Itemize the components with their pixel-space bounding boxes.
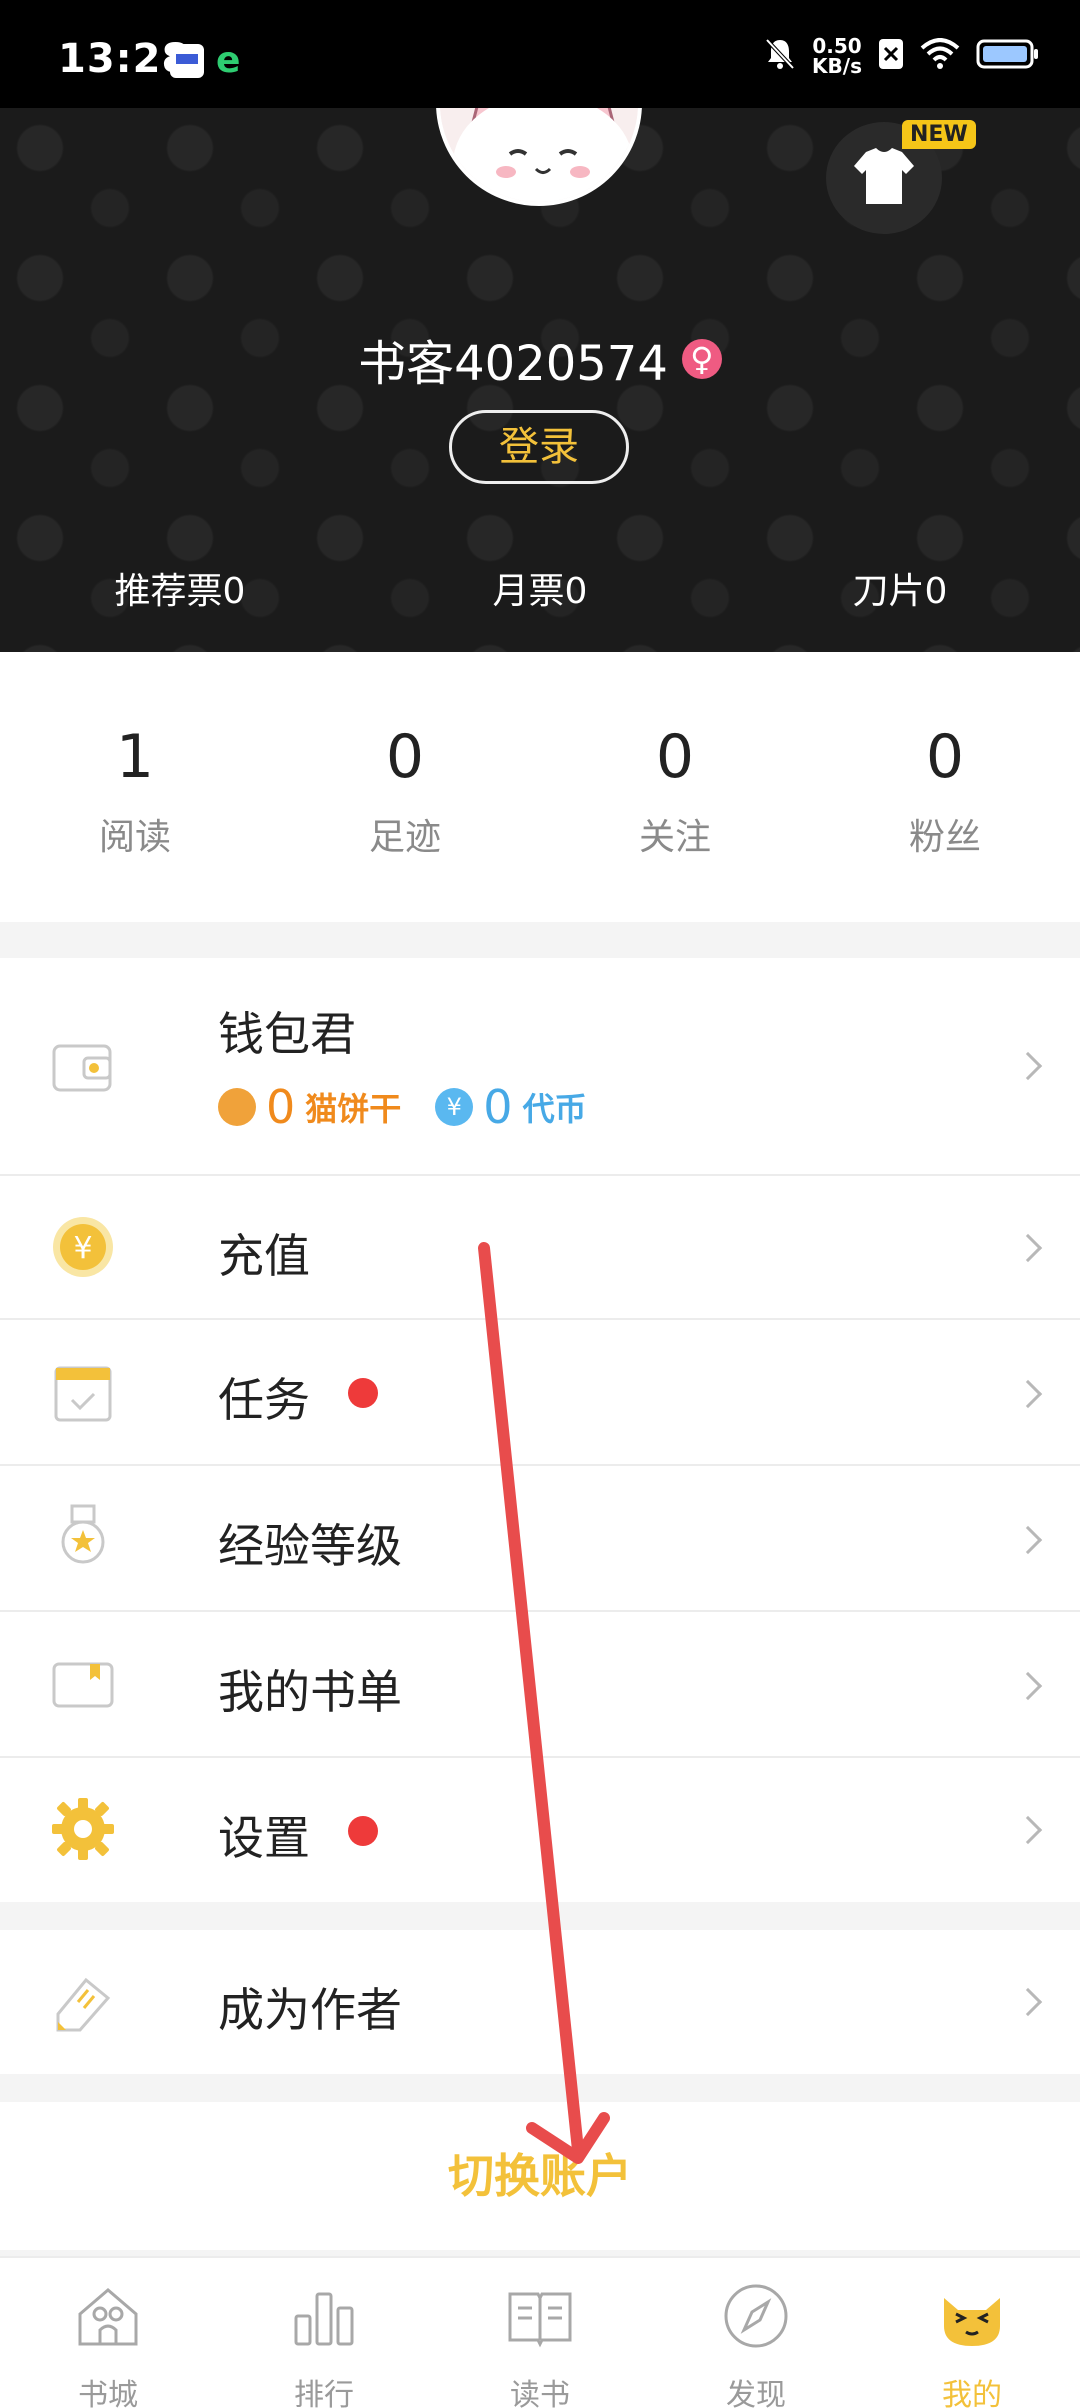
notification-dot [348, 1816, 378, 1846]
compass-icon [724, 2284, 788, 2348]
section-divider [0, 2074, 1080, 2102]
settings-row[interactable]: 设置 [0, 1758, 1080, 1902]
calendar-check-icon [54, 1366, 112, 1422]
login-button[interactable]: 登录 [449, 410, 629, 484]
wallet-row[interactable]: 钱包君 0 猫饼干 ¥ 0 代币 [0, 958, 1080, 1176]
gear-icon [52, 1798, 114, 1860]
chevron-right-icon [1013, 1379, 1043, 1409]
cookie-label: 猫饼干 [305, 1090, 402, 1128]
female-icon: ♀ [681, 339, 722, 379]
nav-label: 发现 [726, 2378, 786, 2408]
switch-account-button[interactable]: 切换账户 [0, 2102, 1080, 2250]
new-badge: NEW [902, 120, 976, 149]
tasks-row[interactable]: 任务 [0, 1320, 1080, 1466]
stat-value: 0 [385, 722, 425, 792]
stat-label: 粉丝 [908, 817, 981, 858]
recharge-row[interactable]: ¥ 充值 [0, 1176, 1080, 1320]
ranking-icon [294, 2292, 354, 2346]
nav-label: 我的 [942, 2378, 1002, 2408]
cookie-value: 0 [266, 1080, 296, 1134]
stat-value: 1 [115, 722, 155, 792]
booklist-label: 我的书单 [218, 1665, 402, 1719]
stat-value: 0 [655, 722, 695, 792]
author-label: 成为作者 [218, 1983, 402, 2037]
stat-label: 足迹 [368, 817, 441, 858]
chevron-right-icon [1013, 1671, 1043, 1701]
wifi-icon [920, 38, 960, 74]
wallet-balances: 0 猫饼干 ¥ 0 代币 [218, 1080, 587, 1134]
username-row: 书客4020574 ♀ [0, 324, 1080, 394]
mute-bell-icon [764, 37, 796, 75]
wallet-icon [52, 1044, 112, 1092]
stat-following[interactable]: 0 关注 [540, 652, 810, 922]
stat-label: 阅读 [98, 817, 171, 858]
notification-dot [348, 1378, 378, 1408]
booklist-row[interactable]: 我的书单 [0, 1612, 1080, 1758]
svg-text:¥: ¥ [73, 1231, 92, 1266]
nav-mine[interactable]: 我的 [864, 2258, 1080, 2408]
book-icon [508, 2292, 572, 2348]
battery-icon [976, 38, 1040, 74]
nav-read[interactable]: 读书 [432, 2258, 648, 2408]
level-row[interactable]: 经验等级 [0, 1466, 1080, 1612]
nav-discover[interactable]: 发现 [648, 2258, 864, 2408]
medal-icon [61, 1504, 105, 1564]
stats-bar: 1 阅读 0 足迹 0 关注 0 粉丝 [0, 652, 1080, 922]
token-label: 代币 [522, 1090, 587, 1128]
cookie-icon [218, 1088, 256, 1126]
status-icons: 0.50 KB/s [764, 34, 1040, 78]
net-speed: 0.50 KB/s [812, 34, 862, 78]
profile-header: NEW 书客4020574 ♀ 登录 推荐票0 月票0 刀片0 [0, 108, 1080, 652]
store-icon [78, 2288, 138, 2346]
tasks-label: 任务 [218, 1373, 310, 1427]
settings-label: 设置 [218, 1811, 310, 1865]
nav-ranking[interactable]: 排行 [216, 2258, 432, 2408]
bottom-nav: 书城 排行 读书 发现 我的 [0, 2256, 1080, 2408]
sim-disabled-icon [878, 38, 904, 74]
monthly-ticket[interactable]: 月票0 [360, 562, 720, 614]
nav-store[interactable]: 书城 [0, 2258, 216, 2408]
news-app-icon [170, 44, 204, 78]
nav-label: 排行 [294, 2378, 354, 2408]
author-row[interactable]: 成为作者 [0, 1930, 1080, 2074]
recommend-ticket[interactable]: 推荐票0 [0, 562, 360, 614]
stat-footprint[interactable]: 0 足迹 [270, 652, 540, 922]
chevron-right-icon [1013, 1233, 1043, 1263]
status-bar: 13:28 e 0.50 KB/s [0, 0, 1080, 108]
avatar[interactable] [436, 108, 642, 206]
token-value: 0 [483, 1080, 513, 1134]
chevron-right-icon [1013, 1051, 1043, 1081]
booklist-icon [52, 1662, 114, 1708]
browser-app-icon: e [216, 40, 241, 81]
wallet-title: 钱包君 [218, 1007, 356, 1061]
ticket-bar: 推荐票0 月票0 刀片0 [0, 562, 1080, 614]
section-divider [0, 1902, 1080, 1930]
stat-fans[interactable]: 0 粉丝 [810, 652, 1080, 922]
nav-label: 书城 [78, 2378, 138, 2408]
stat-label: 关注 [638, 817, 711, 858]
pen-paper-icon [56, 1977, 111, 2032]
chevron-right-icon [1013, 1815, 1043, 1845]
chevron-right-icon [1013, 1987, 1043, 2017]
stat-value: 0 [925, 722, 965, 792]
section-divider [0, 922, 1080, 958]
nav-label: 读书 [510, 2378, 570, 2408]
switch-account-label: 切换账户 [448, 2149, 632, 2203]
blade-ticket[interactable]: 刀片0 [720, 562, 1080, 614]
stat-read[interactable]: 1 阅读 [0, 652, 270, 922]
token-icon: ¥ [435, 1088, 474, 1126]
recharge-coin-icon: ¥ [53, 1217, 113, 1277]
recharge-label: 充值 [218, 1229, 310, 1283]
chevron-right-icon [1013, 1525, 1043, 1555]
username: 书客4020574 [358, 336, 668, 392]
cat-face-icon [944, 2298, 1000, 2346]
level-label: 经验等级 [218, 1519, 402, 1573]
